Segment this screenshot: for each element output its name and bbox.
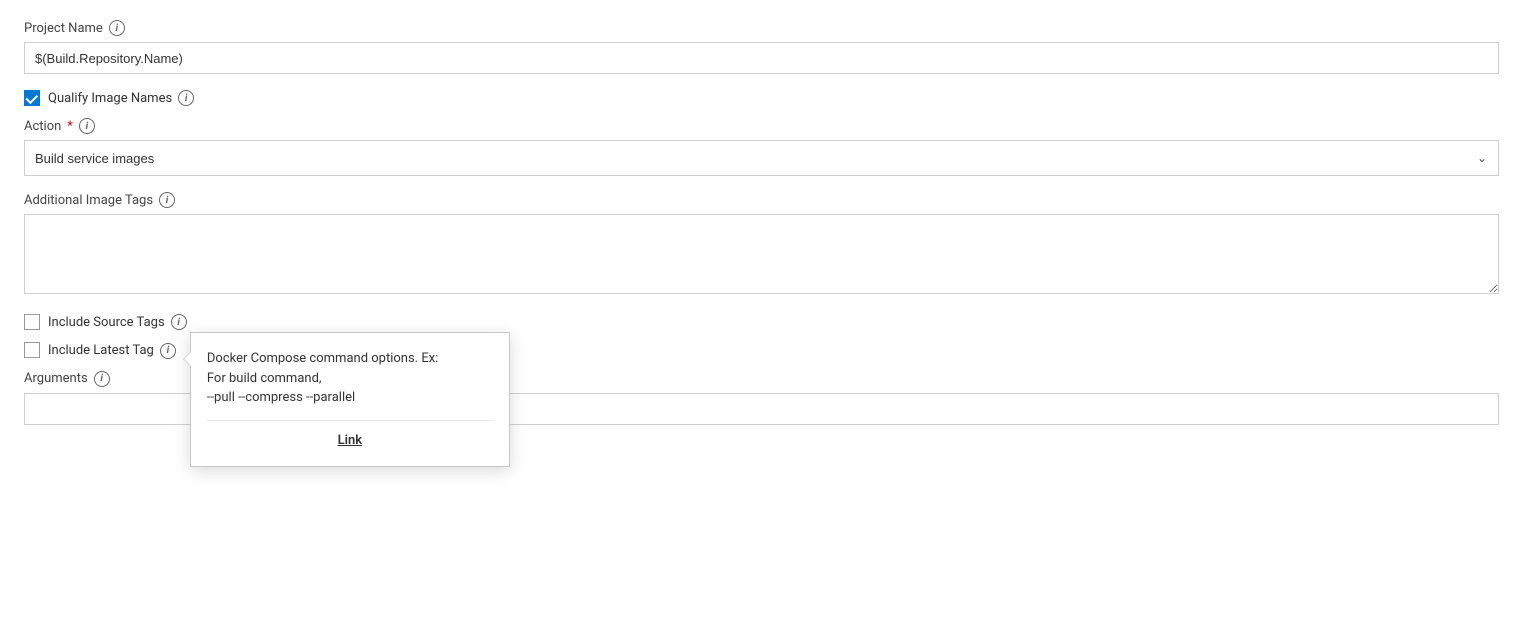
- action-group: Action * i Build service images Push ser…: [24, 118, 1499, 176]
- action-select-wrapper: Build service images Push service images…: [24, 140, 1499, 176]
- action-required-marker: *: [67, 119, 73, 134]
- project-name-info-icon[interactable]: i: [109, 20, 125, 36]
- qualify-image-names-label: Qualify Image Names: [48, 91, 172, 106]
- project-name-label: Project Name i: [24, 20, 1499, 36]
- tooltip-tail-inner: [184, 352, 191, 366]
- project-name-group: Project Name i: [24, 20, 1499, 74]
- include-latest-tag-row: Include Latest Tag i Docker Compose comm…: [24, 342, 1499, 359]
- include-latest-tag-tooltip-container: i Docker Compose command options. Ex: Fo…: [160, 342, 176, 359]
- include-latest-tag-checkbox[interactable]: [24, 342, 40, 358]
- tooltip-popup: Docker Compose command options. Ex: For …: [190, 332, 510, 467]
- include-source-tags-label: Include Source Tags: [48, 315, 165, 330]
- include-source-tags-checkbox[interactable]: [24, 314, 40, 330]
- additional-image-tags-group: Additional Image Tags i: [24, 192, 1499, 298]
- tooltip-line3: --pull --compress --parallel: [207, 390, 355, 405]
- arguments-info-icon[interactable]: i: [94, 371, 110, 387]
- additional-image-tags-textarea[interactable]: [24, 214, 1499, 294]
- include-latest-tag-label: Include Latest Tag: [48, 343, 154, 358]
- qualify-image-names-checkbox[interactable]: [24, 90, 40, 106]
- qualify-image-names-row: Qualify Image Names i: [24, 90, 1499, 106]
- tooltip-line1: Docker Compose command options. Ex:: [207, 351, 438, 366]
- action-select[interactable]: Build service images Push service images…: [24, 140, 1499, 176]
- additional-image-tags-label: Additional Image Tags i: [24, 192, 1499, 208]
- additional-image-tags-info-icon[interactable]: i: [159, 192, 175, 208]
- qualify-image-names-info-icon[interactable]: i: [178, 90, 194, 106]
- tooltip-tail: [183, 351, 191, 367]
- action-label: Action * i: [24, 118, 1499, 134]
- tooltip-link[interactable]: Link: [207, 420, 493, 451]
- include-source-tags-info-icon[interactable]: i: [171, 314, 187, 330]
- tooltip-line2: For build command,: [207, 371, 322, 386]
- arguments-label: Arguments: [24, 371, 88, 386]
- action-info-icon[interactable]: i: [79, 118, 95, 134]
- include-latest-tag-info-icon[interactable]: i: [160, 343, 176, 359]
- tooltip-text: Docker Compose command options. Ex: For …: [207, 349, 493, 408]
- include-source-tags-row: Include Source Tags i: [24, 314, 1499, 330]
- project-name-input[interactable]: [24, 42, 1499, 74]
